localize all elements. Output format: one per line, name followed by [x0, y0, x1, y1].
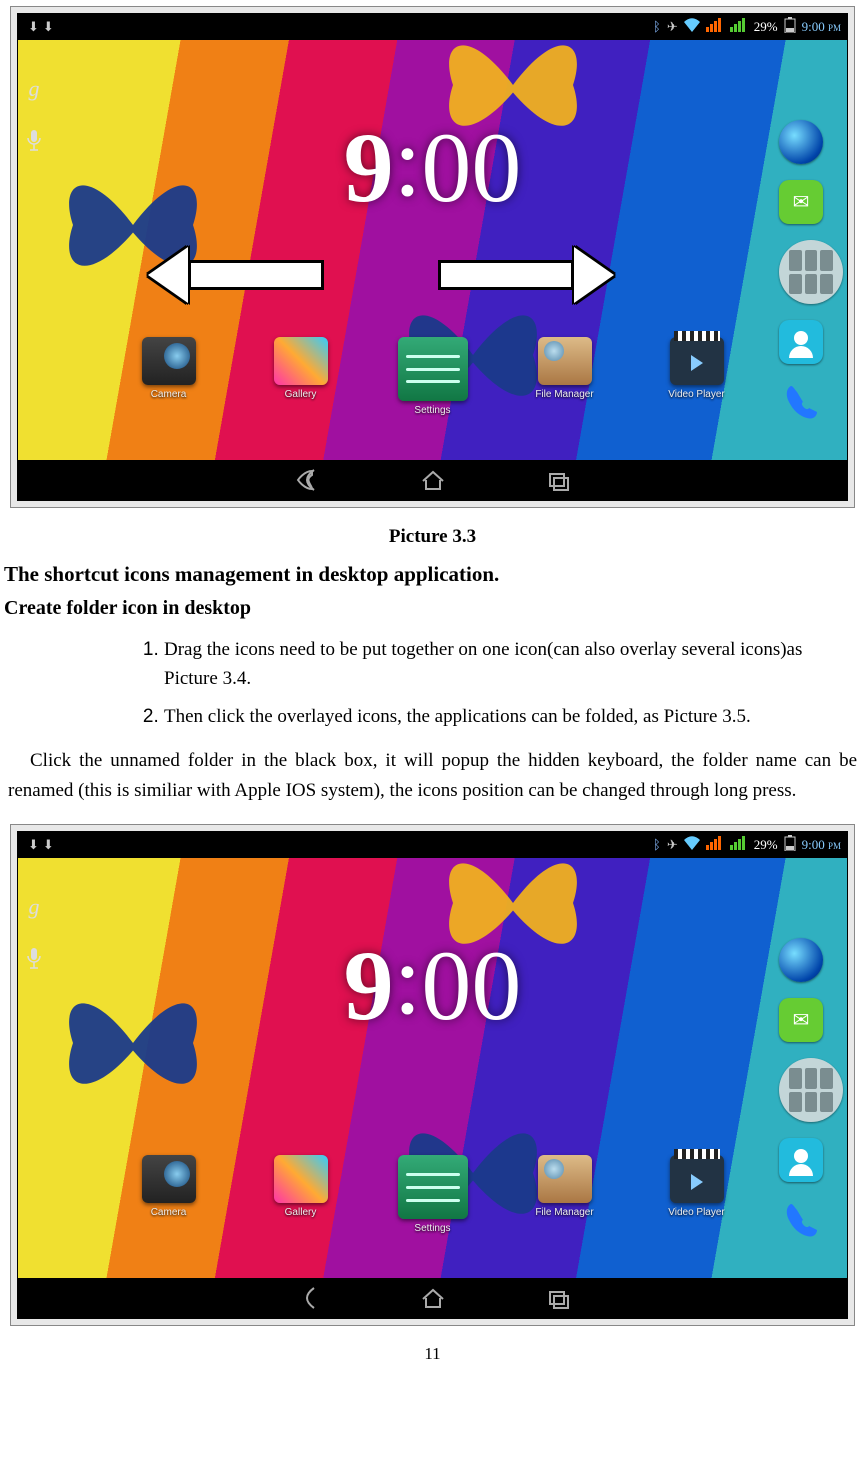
airplane-icon: ✈ [667, 19, 678, 35]
google-search-icon[interactable]: g [22, 894, 46, 918]
app-gallery[interactable]: Gallery [256, 337, 346, 416]
app-settings[interactable]: Settings [388, 337, 478, 416]
section-heading: The shortcut icons management in desktop… [4, 562, 861, 587]
download-icon: ⬇ [43, 837, 54, 853]
download-icon: ⬇ [28, 837, 39, 853]
download-icon: ⬇ [43, 19, 54, 35]
airplane-icon: ✈ [667, 837, 678, 853]
clock-widget[interactable]: 9:00 [344, 928, 522, 1043]
clock-mins: 00 [421, 928, 521, 1043]
voice-search-icon[interactable] [22, 130, 46, 154]
swipe-right-arrow [438, 255, 614, 295]
clock-mins: 00 [421, 110, 521, 225]
status-time: 9:00 PM [802, 837, 841, 853]
app-file-manager[interactable]: File Manager [520, 1155, 610, 1234]
navigation-bar [18, 460, 847, 500]
status-time: 9:00 PM [802, 19, 841, 35]
app-dock: Camera Gallery Settings File Manager Vid… [18, 337, 847, 416]
tablet-frame: ⬇ ⬇ ᛒ ✈ 29% 9:00 PM [17, 13, 848, 501]
swipe-left-arrow [148, 255, 324, 295]
app-video-player[interactable]: Video Player [652, 1155, 742, 1234]
signal-1-icon [706, 836, 722, 854]
app-camera[interactable]: Camera [124, 337, 214, 416]
document-page: ⬇ ⬇ ᛒ ✈ 29% 9:00 PM [0, 6, 865, 1364]
clock-widget[interactable]: 9:00 [344, 110, 522, 225]
subsection-heading: Create folder icon in desktop [4, 597, 861, 620]
instruction-list: Drag the icons need to be put together o… [4, 636, 861, 732]
recent-apps-icon[interactable] [546, 467, 572, 493]
status-bar: ⬇ ⬇ ᛒ ✈ 29% 9:00 PM [18, 14, 847, 40]
app-camera[interactable]: Camera [124, 1155, 214, 1234]
signal-2-icon [730, 836, 746, 854]
instruction-item: Drag the icons need to be put together o… [164, 636, 853, 693]
back-icon[interactable] [294, 1285, 320, 1311]
body-paragraph: Click the unnamed folder in the black bo… [8, 746, 857, 807]
messaging-icon[interactable]: ✉ [779, 998, 823, 1042]
tablet-frame: ⬇ ⬇ ᛒ ✈ 29% 9:00 PM [17, 831, 848, 1319]
signal-1-icon [706, 18, 722, 36]
app-drawer-icon[interactable] [779, 1058, 843, 1122]
app-file-manager[interactable]: File Manager [520, 337, 610, 416]
browser-icon[interactable] [779, 120, 823, 164]
figure-caption: Picture 3.3 [0, 526, 865, 548]
google-search-icon[interactable]: g [22, 76, 46, 100]
wifi-icon [684, 18, 700, 36]
wifi-icon [684, 836, 700, 854]
screenshot-picture-3-4: ⬇ ⬇ ᛒ ✈ 29% 9:00 PM [10, 824, 855, 1326]
voice-search-icon[interactable] [22, 948, 46, 972]
browser-icon[interactable] [779, 938, 823, 982]
left-widget-strip: g [18, 888, 50, 978]
battery-icon [784, 17, 796, 37]
signal-2-icon [730, 18, 746, 36]
battery-percent: 29% [754, 837, 778, 853]
status-bar: ⬇ ⬇ ᛒ ✈ 29% 9:00 PM [18, 832, 847, 858]
bluetooth-icon: ᛒ [653, 19, 661, 35]
back-icon[interactable] [294, 467, 320, 493]
instruction-item: Then click the overlayed icons, the appl… [164, 703, 853, 732]
app-settings[interactable]: Settings [388, 1155, 478, 1234]
clock-hours: 9 [344, 110, 394, 225]
left-widget-strip: g [18, 70, 50, 160]
clock-hours: 9 [344, 928, 394, 1043]
home-icon[interactable] [420, 1285, 446, 1311]
app-gallery[interactable]: Gallery [256, 1155, 346, 1234]
home-screen[interactable]: g 9:00 ✉ Camera Gallery [18, 858, 847, 1278]
app-dock: Camera Gallery Settings File Manager Vid… [18, 1155, 847, 1234]
home-icon[interactable] [420, 467, 446, 493]
home-screen[interactable]: g 9:00 ✉ Camera Gallery [18, 40, 847, 460]
recent-apps-icon[interactable] [546, 1285, 572, 1311]
messaging-icon[interactable]: ✉ [779, 180, 823, 224]
screenshot-picture-3-3: ⬇ ⬇ ᛒ ✈ 29% 9:00 PM [10, 6, 855, 508]
battery-percent: 29% [754, 19, 778, 35]
app-drawer-icon[interactable] [779, 240, 843, 304]
bluetooth-icon: ᛒ [653, 837, 661, 853]
app-video-player[interactable]: Video Player [652, 337, 742, 416]
navigation-bar [18, 1278, 847, 1318]
download-icon: ⬇ [28, 19, 39, 35]
page-number: 11 [0, 1344, 865, 1364]
battery-icon [784, 835, 796, 855]
